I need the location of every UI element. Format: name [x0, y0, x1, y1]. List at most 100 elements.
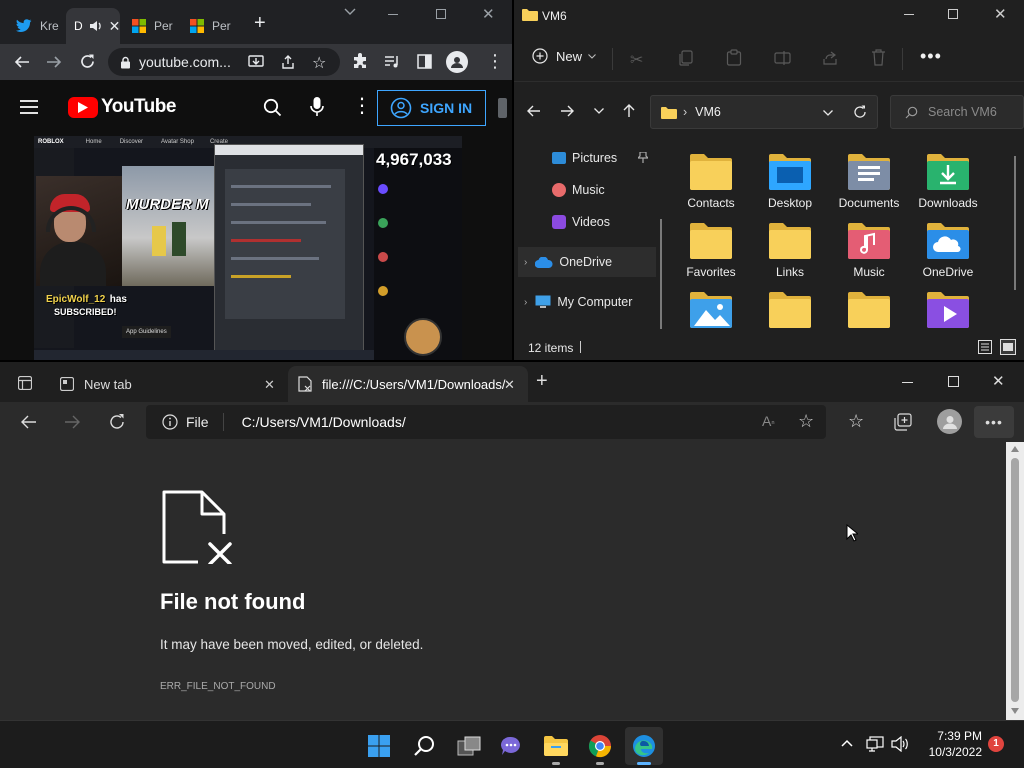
- file-item[interactable]: Music: [830, 215, 908, 281]
- youtube-logo[interactable]: YouTube: [68, 96, 176, 118]
- share-icon[interactable]: [280, 54, 296, 70]
- hamburger-menu-icon[interactable]: [20, 100, 38, 114]
- chrome-address-bar[interactable]: youtube.com... ☆: [108, 48, 340, 76]
- explorer-scrollbar[interactable]: [1014, 156, 1016, 290]
- edge-address-bar[interactable]: File C:/Users/VM1/Downloads/ Aⁿ ☆: [146, 405, 826, 439]
- volume-icon[interactable]: [891, 736, 909, 752]
- side-panel-icon[interactable]: [417, 54, 432, 69]
- extensions-puzzle-icon[interactable]: [352, 53, 369, 70]
- explorer-address-bar[interactable]: › VM6: [650, 95, 878, 129]
- nav-item-my-computer[interactable]: › My Computer: [514, 287, 654, 317]
- file-item[interactable]: Contacts: [672, 146, 750, 212]
- add-favorite-icon[interactable]: ☆: [798, 411, 814, 432]
- forward-arrow-icon[interactable]: [560, 104, 575, 118]
- info-circle-icon[interactable]: [162, 414, 178, 430]
- forward-arrow-icon[interactable]: [46, 54, 62, 70]
- file-item[interactable]: Desktop: [751, 146, 829, 212]
- file-item[interactable]: OneDrive: [909, 215, 987, 281]
- details-view-icon[interactable]: [978, 340, 992, 354]
- file-item[interactable]: [672, 284, 750, 350]
- close-window-icon[interactable]: ✕: [482, 5, 495, 23]
- chrome-scrollbar[interactable]: [498, 98, 507, 118]
- nav-item-videos[interactable]: Videos: [514, 207, 654, 237]
- profile-avatar-icon[interactable]: [446, 51, 468, 73]
- chevron-down-icon[interactable]: [344, 8, 356, 16]
- chrome-tab-4[interactable]: Per: [180, 8, 238, 44]
- teams-chat-button[interactable]: [492, 727, 530, 765]
- delete-trash-icon[interactable]: [871, 49, 886, 66]
- share-icon[interactable]: [822, 50, 838, 66]
- file-item[interactable]: Documents: [830, 146, 908, 212]
- maximize-icon[interactable]: [948, 9, 958, 19]
- collections-icon[interactable]: [894, 413, 912, 431]
- bookmark-star-icon[interactable]: ☆: [312, 53, 326, 73]
- up-arrow-icon[interactable]: [622, 103, 636, 118]
- pin-icon[interactable]: [638, 152, 648, 163]
- forward-arrow-icon[interactable]: [64, 414, 81, 430]
- search-icon[interactable]: [263, 98, 282, 117]
- show-hidden-icons-chevron-icon[interactable]: [841, 739, 853, 747]
- file-item[interactable]: [751, 284, 829, 350]
- more-options-icon[interactable]: •••: [920, 46, 942, 67]
- search-button[interactable]: [406, 727, 444, 765]
- explorer-search-box[interactable]: Search VM6: [890, 95, 1024, 129]
- tab-actions-icon[interactable]: [18, 376, 32, 390]
- nav-item-music[interactable]: Music: [514, 175, 654, 205]
- nav-item-pictures[interactable]: Pictures: [514, 143, 654, 173]
- chrome-tab-3[interactable]: Per: [122, 8, 180, 44]
- install-app-icon[interactable]: [248, 54, 264, 70]
- chrome-taskbar-button[interactable]: [581, 727, 619, 765]
- chrome-tab-2-active[interactable]: D ✕: [66, 8, 120, 44]
- nav-item-onedrive[interactable]: › OneDrive: [518, 247, 656, 277]
- expand-chevron-icon[interactable]: ›: [524, 257, 527, 268]
- file-item[interactable]: Downloads: [909, 146, 987, 212]
- maximize-icon[interactable]: [436, 9, 446, 19]
- file-item[interactable]: [909, 284, 987, 350]
- file-item[interactable]: [830, 284, 908, 350]
- refresh-icon[interactable]: [853, 105, 867, 119]
- start-button[interactable]: [360, 727, 398, 765]
- expand-chevron-icon[interactable]: ›: [524, 297, 527, 308]
- copy-icon[interactable]: [678, 50, 694, 66]
- task-view-button[interactable]: [450, 727, 488, 765]
- minimize-icon[interactable]: [388, 14, 398, 15]
- maximize-icon[interactable]: [948, 376, 959, 387]
- cut-icon[interactable]: ✂: [630, 50, 643, 70]
- refresh-icon[interactable]: [108, 413, 126, 431]
- video-player[interactable]: ROBLOX Home Discover Avatar Shop Create …: [34, 136, 462, 360]
- favorites-icon[interactable]: ☆: [848, 411, 864, 432]
- address-dropdown-chevron-icon[interactable]: [823, 110, 833, 116]
- microphone-icon[interactable]: [310, 97, 324, 117]
- read-aloud-icon[interactable]: Aⁿ: [762, 413, 775, 429]
- audio-playing-icon[interactable]: [89, 20, 103, 32]
- notification-badge[interactable]: 1: [988, 736, 1004, 752]
- scrollbar-thumb[interactable]: [1011, 458, 1019, 702]
- close-window-icon[interactable]: ✕: [992, 372, 1005, 390]
- edge-scrollbar-track[interactable]: [1006, 442, 1024, 720]
- chrome-tab-1[interactable]: Kre: [6, 8, 66, 44]
- back-arrow-icon[interactable]: [20, 414, 37, 430]
- rename-icon[interactable]: [774, 50, 791, 66]
- scheme-label[interactable]: File: [186, 414, 209, 430]
- back-arrow-icon[interactable]: [526, 104, 541, 118]
- file-explorer-taskbar-button[interactable]: [537, 727, 575, 765]
- sign-in-button[interactable]: SIGN IN: [377, 90, 486, 126]
- close-tab-icon[interactable]: ✕: [504, 377, 515, 393]
- file-item[interactable]: Favorites: [672, 215, 750, 281]
- file-item[interactable]: Links: [751, 215, 829, 281]
- back-arrow-icon[interactable]: [14, 54, 30, 70]
- close-tab-icon[interactable]: ✕: [264, 377, 275, 393]
- paste-icon[interactable]: [726, 49, 742, 66]
- network-icon[interactable]: [866, 736, 884, 752]
- new-tab-plus-icon[interactable]: +: [536, 370, 548, 393]
- close-tab-icon[interactable]: ✕: [109, 18, 121, 35]
- minimize-icon[interactable]: [904, 14, 914, 15]
- edge-taskbar-button[interactable]: [625, 727, 663, 765]
- scroll-up-arrow-icon[interactable]: [1011, 446, 1019, 452]
- breadcrumb-path[interactable]: VM6: [695, 105, 721, 119]
- settings-kebab-icon[interactable]: ⋮: [352, 96, 372, 116]
- profile-avatar-icon[interactable]: [937, 409, 962, 434]
- chrome-menu-kebab-icon[interactable]: ⋮: [486, 52, 504, 70]
- settings-more-button[interactable]: •••: [974, 406, 1014, 438]
- clock[interactable]: 7:39 PM 10/3/2022: [918, 728, 982, 760]
